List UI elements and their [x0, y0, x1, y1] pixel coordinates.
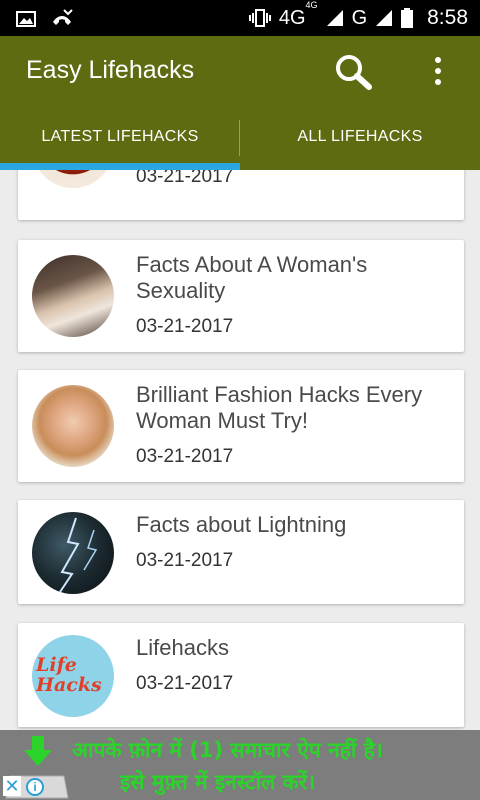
search-button[interactable] [332, 52, 376, 92]
article-list[interactable]: 03-21-2017 Facts About A Woman's Sexuali… [0, 170, 480, 730]
vibrate-icon [248, 9, 271, 27]
signal-icon [326, 10, 343, 26]
missed-call-icon [53, 9, 73, 25]
ad-text-line2: इसे मुफ़्त में इनस्टॉल करें। [120, 770, 316, 794]
article-date: 03-21-2017 [136, 673, 234, 694]
tab-indicator [0, 163, 240, 170]
network-type-label: 4G4G [278, 0, 318, 29]
article-card[interactable]: 03-21-2017 [18, 170, 464, 220]
article-thumbnail [32, 255, 114, 337]
ad-banner[interactable]: आपके फ़ोन में (1) समाचार ऐप नहीं है। इसे… [0, 730, 480, 800]
search-icon [336, 55, 372, 90]
article-title: Brilliant Fashion Hacks Every Woman Must… [136, 382, 423, 433]
article-card[interactable]: Facts about Lightning 03-21-2017 [18, 500, 464, 604]
tab-all-lifehacks[interactable]: ALL LIFEHACKS [240, 108, 480, 170]
signal-icon-2 [376, 10, 393, 26]
app-bar: Easy Lifehacks LATEST LIFEHACKS ALL LIFE… [0, 36, 480, 170]
article-card[interactable]: Life Hacks Lifehacks 03-21-2017 [18, 623, 464, 727]
overflow-menu-icon[interactable] [424, 54, 452, 90]
article-thumbnail [32, 512, 114, 594]
article-thumbnail: Life Hacks [32, 635, 114, 717]
article-thumbnail [32, 170, 114, 188]
tab-latest-lifehacks[interactable]: LATEST LIFEHACKS [0, 108, 240, 170]
image-icon [16, 11, 36, 27]
carrier2-label: G [351, 6, 368, 29]
article-card[interactable]: Brilliant Fashion Hacks Every Woman Must… [18, 370, 464, 482]
article-title: Facts About A Woman's Sexuality [136, 252, 368, 303]
article-card[interactable]: Facts About A Woman's Sexuality 03-21-20… [18, 240, 464, 352]
lightning-icon [59, 517, 98, 593]
ad-text-line1: आपके फ़ोन में (1) समाचार ऐप नहीं है। [72, 738, 383, 762]
article-title: Facts about Lightning [136, 512, 347, 537]
article-thumbnail [32, 385, 114, 467]
article-date: 03-21-2017 [136, 550, 234, 571]
download-icon [24, 736, 52, 766]
ad-close-icon[interactable]: ✕ [3, 776, 21, 796]
article-title: Lifehacks [136, 635, 229, 660]
ad-info-icon[interactable]: i [26, 778, 44, 796]
thumb-logo-text: Life Hacks [36, 654, 102, 696]
article-date: 03-21-2017 [136, 170, 234, 187]
app-title: Easy Lifehacks [26, 56, 195, 84]
clock: 8:58 [427, 6, 468, 29]
battery-icon [401, 8, 414, 28]
article-date: 03-21-2017 [136, 316, 234, 337]
status-bar: 4G4G G 8:58 [0, 0, 480, 36]
article-date: 03-21-2017 [136, 446, 234, 467]
